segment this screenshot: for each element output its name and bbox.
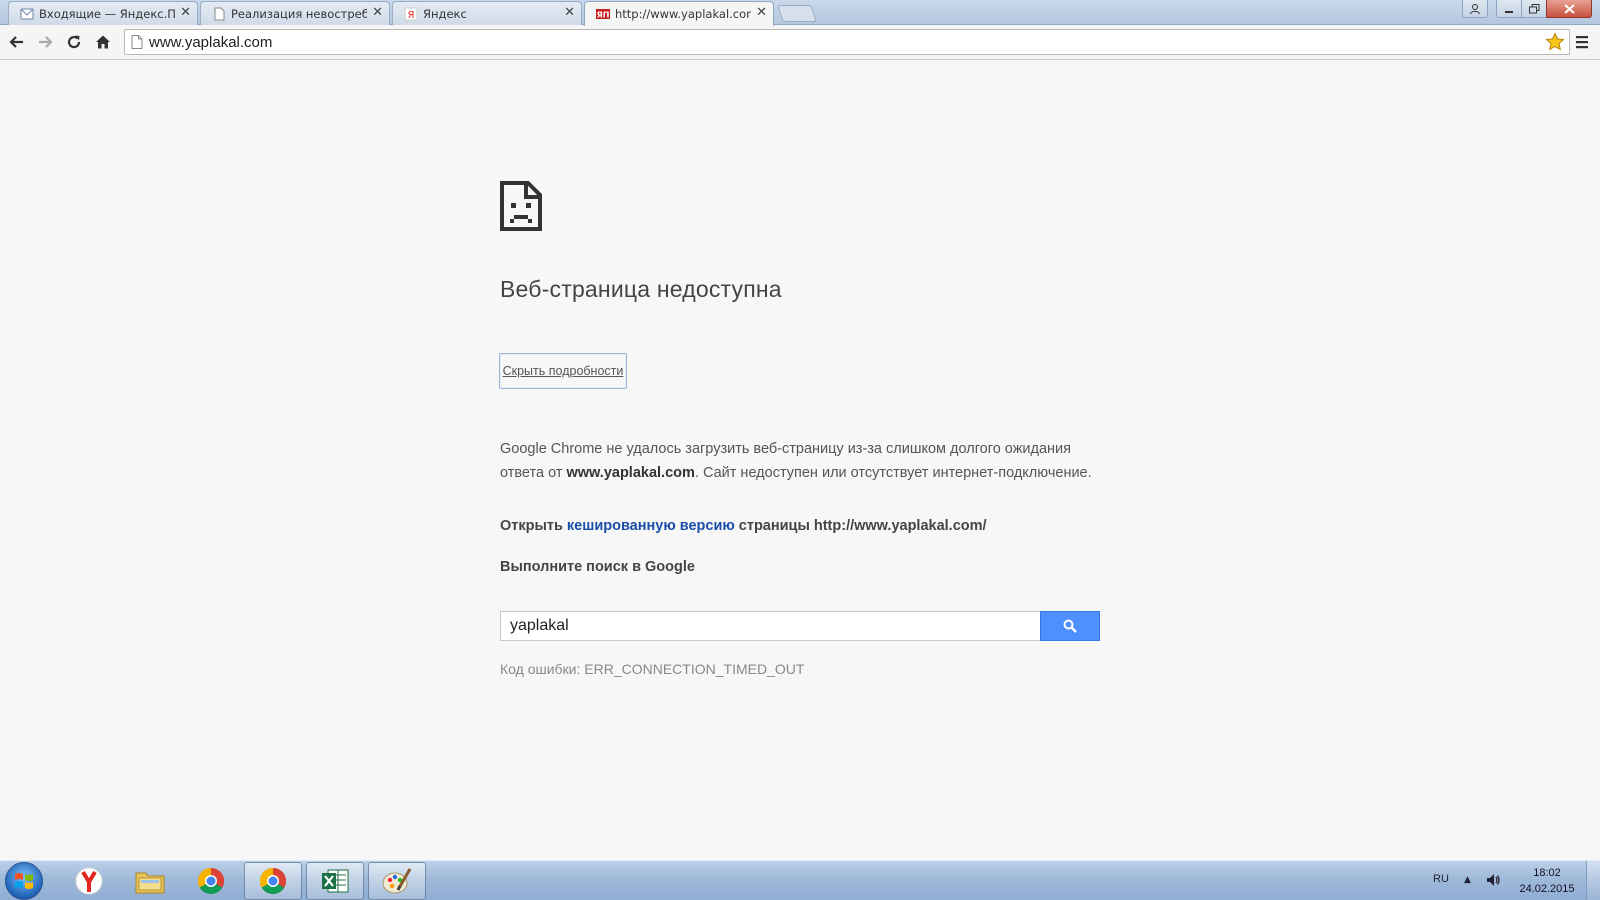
svg-text:ЯП: ЯП — [597, 11, 610, 20]
google-search-heading: Выполните поиск в Google — [500, 559, 695, 575]
home-button[interactable] — [91, 30, 115, 54]
maximize-button[interactable] — [1521, 0, 1547, 18]
taskbar-file-explorer[interactable] — [121, 862, 179, 900]
tab-yaplakal[interactable]: ЯП http://www.yaplakal.com/ ✕ — [584, 1, 774, 26]
chrome-icon — [197, 867, 225, 895]
windows-logo-icon — [15, 873, 33, 889]
close-tab-icon[interactable]: ✕ — [180, 5, 191, 20]
reload-icon — [67, 35, 81, 49]
error-page: Веб-страница недоступна Скрыть подробнос… — [0, 61, 1600, 860]
address-bar[interactable]: www.yaplakal.com — [124, 29, 1570, 55]
minimize-button[interactable] — [1496, 0, 1522, 18]
tab-title: Входящие — Яндекс.Поч — [39, 7, 175, 21]
google-search-button[interactable] — [1040, 611, 1100, 641]
close-tab-icon[interactable]: ✕ — [564, 5, 575, 20]
tab-title: Яндекс — [423, 7, 467, 21]
show-desktop-button[interactable] — [1586, 861, 1600, 900]
yandex-browser-icon — [75, 867, 103, 895]
forward-button[interactable] — [33, 30, 57, 54]
chrome-icon — [259, 867, 287, 895]
browser-toolbar: www.yaplakal.com — [0, 25, 1600, 60]
file-explorer-icon — [135, 872, 165, 894]
taskbar-chrome-active[interactable] — [244, 862, 302, 900]
search-icon — [1063, 619, 1077, 633]
hide-details-button[interactable]: Скрыть подробности — [499, 353, 627, 389]
close-tab-icon[interactable]: ✕ — [756, 5, 767, 20]
cached-version-line: Открыть кешированную версию страницы htt… — [500, 518, 987, 534]
taskbar-excel[interactable] — [306, 862, 364, 900]
taskbar-paint[interactable] — [368, 862, 426, 900]
taskbar-chrome[interactable] — [182, 862, 240, 900]
google-search-input[interactable]: yaplakal — [500, 611, 1041, 641]
address-text: www.yaplakal.com — [149, 34, 273, 51]
error-title: Веб-страница недоступна — [500, 276, 782, 302]
taskbar-yandex-browser[interactable] — [60, 862, 118, 900]
clock-date: 24.02.2015 — [1519, 883, 1575, 895]
cache-suffix: страницы http://www.yaplakal.com/ — [734, 518, 987, 534]
volume-icon[interactable] — [1485, 872, 1501, 888]
language-indicator[interactable]: RU — [1433, 873, 1449, 885]
yandex-icon: Я — [404, 7, 418, 21]
error-code: Код ошибки: ERR_CONNECTION_TIMED_OUT — [500, 661, 805, 677]
clock[interactable]: 18:02 24.02.2015 — [1512, 865, 1582, 897]
close-tab-icon[interactable]: ✕ — [372, 5, 383, 20]
mail-icon — [20, 8, 34, 20]
tab-inbox[interactable]: Входящие — Яндекс.Поч ✕ — [8, 1, 198, 25]
tab-strip: Входящие — Яндекс.Поч ✕ Реализация невос… — [0, 0, 1600, 26]
tab-title: Реализация невостребов — [231, 7, 367, 21]
back-button[interactable] — [5, 30, 29, 54]
reload-button[interactable] — [62, 30, 86, 54]
page-icon — [214, 7, 225, 21]
description-host: www.yaplakal.com — [566, 465, 695, 481]
windows-taskbar: RU ▲ 18:02 24.02.2015 — [0, 860, 1600, 900]
clock-time: 18:02 — [1533, 867, 1561, 879]
forward-arrow-icon — [39, 36, 53, 48]
sad-page-icon — [500, 181, 542, 231]
back-arrow-icon — [9, 36, 23, 48]
tab-title: http://www.yaplakal.com/ — [615, 7, 751, 21]
paint-icon — [382, 868, 412, 894]
start-button[interactable] — [5, 862, 43, 900]
cached-version-link[interactable]: кешированную версию — [567, 518, 735, 534]
page-icon — [131, 35, 143, 49]
user-profile-icon[interactable] — [1462, 0, 1488, 18]
error-description: Google Chrome не удалось загрузить веб-с… — [500, 437, 1100, 485]
home-icon — [96, 35, 110, 49]
svg-text:Я: Я — [408, 10, 415, 21]
hamburger-menu-icon — [1576, 36, 1588, 49]
tray-expand-icon[interactable]: ▲ — [1464, 875, 1471, 885]
tab-yandex[interactable]: Я Яндекс ✕ — [392, 1, 582, 25]
bookmark-star-icon[interactable] — [1545, 32, 1565, 52]
chrome-menu-button[interactable] — [1574, 34, 1590, 50]
description-text-end: . Сайт недоступен или отсутствует интерн… — [694, 465, 1092, 481]
excel-icon — [322, 869, 349, 893]
tab-realization[interactable]: Реализация невостребов ✕ — [200, 1, 390, 25]
yaplakal-icon: ЯП — [596, 9, 610, 20]
new-tab-button[interactable] — [776, 5, 818, 22]
cache-prefix: Открыть — [500, 518, 567, 534]
close-window-button[interactable] — [1546, 0, 1592, 18]
